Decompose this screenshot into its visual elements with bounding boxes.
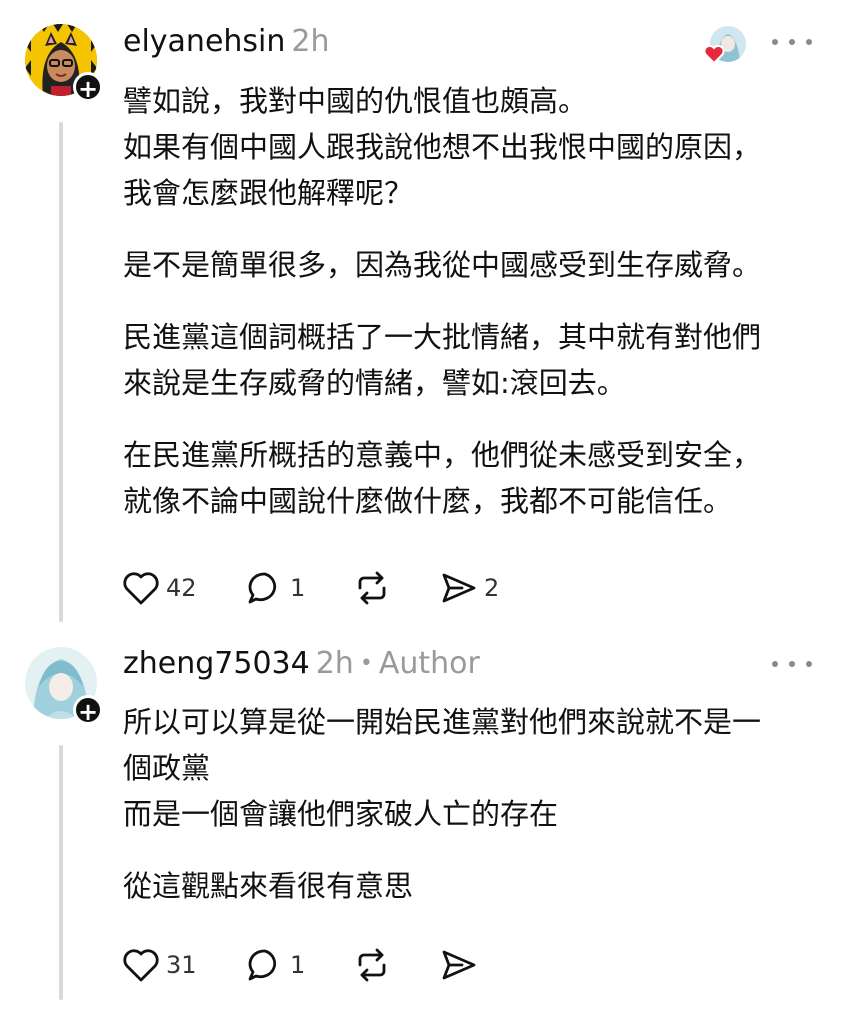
body-line: 就像不論中國說什麼做什麼，我都不可能信任。	[123, 484, 733, 518]
share-button[interactable]: 2	[440, 568, 499, 608]
repost-icon	[358, 571, 386, 605]
follow-plus-icon[interactable]: +	[73, 72, 103, 103]
like-button[interactable]: 42	[122, 568, 197, 608]
post-body: 所以可以算是從一開始民進黨對他們來說就不是一 個政黨 而是一個會讓他們家破人亡的…	[123, 699, 823, 909]
like-count: 31	[166, 951, 197, 979]
username[interactable]: zheng75034	[123, 646, 310, 681]
liked-heart-icon	[703, 44, 725, 64]
body-line: 譬如說，我對中國的仇恨值也頗高。	[123, 84, 588, 118]
heart-icon	[123, 949, 159, 982]
body-line: 在民進黨所概括的意義中，他們從未感受到安全，	[123, 438, 762, 472]
body-line: 所以可以算是從一開始民進黨對他們來說就不是一	[123, 705, 762, 739]
body-line: 是不是簡單很多，因為我從中國感受到生存威脅。	[123, 248, 762, 282]
post-body: 譬如說，我對中國的仇恨值也頗高。 如果有個中國人跟我說他想不出我恨中國的原因， …	[123, 78, 823, 524]
heart-icon	[123, 572, 159, 605]
body-line: 來說是生存威脅的情緒，譬如:滾回去。	[123, 366, 626, 400]
body-line: 如果有個中國人跟我說他想不出我恨中國的原因，	[123, 130, 762, 164]
reply-count: 1	[290, 951, 306, 979]
post-header: elyanehsin 2h	[123, 22, 330, 62]
more-icon[interactable]	[772, 32, 812, 52]
reply-button[interactable]: 1	[246, 568, 305, 608]
post-header: zheng75034 2h • Author	[123, 644, 480, 684]
follow-plus-icon[interactable]: +	[73, 695, 103, 726]
body-line: 從這觀點來看很有意思	[123, 869, 414, 903]
thread-line	[59, 122, 63, 622]
body-line: 個政黨	[123, 751, 211, 785]
like-count: 42	[166, 574, 197, 602]
send-icon	[442, 950, 476, 980]
timestamp: 2h	[315, 646, 354, 681]
like-button[interactable]: 31	[122, 945, 197, 985]
share-count: 2	[484, 574, 500, 602]
repost-icon	[358, 948, 386, 982]
thread-line	[59, 745, 63, 1000]
reply-button[interactable]: 1	[246, 945, 305, 985]
username[interactable]: elyanehsin	[123, 24, 285, 59]
timestamp: 2h	[291, 24, 330, 59]
send-icon	[442, 573, 476, 603]
repost-button[interactable]	[352, 568, 392, 608]
body-line: 我會怎麼跟他解釋呢？	[123, 176, 414, 210]
reply-count: 1	[290, 574, 306, 602]
author-tag: Author	[378, 646, 480, 681]
share-button[interactable]	[440, 945, 478, 985]
body-line: 而是一個會讓他們家破人亡的存在	[123, 797, 559, 831]
separator-dot: •	[359, 651, 373, 676]
repost-button[interactable]	[352, 945, 392, 985]
body-line: 民進黨這個詞概括了一大批情緒，其中就有對他們	[123, 320, 762, 354]
speech-bubble-icon	[248, 572, 277, 604]
more-icon[interactable]	[772, 654, 812, 674]
speech-bubble-icon	[248, 949, 277, 981]
